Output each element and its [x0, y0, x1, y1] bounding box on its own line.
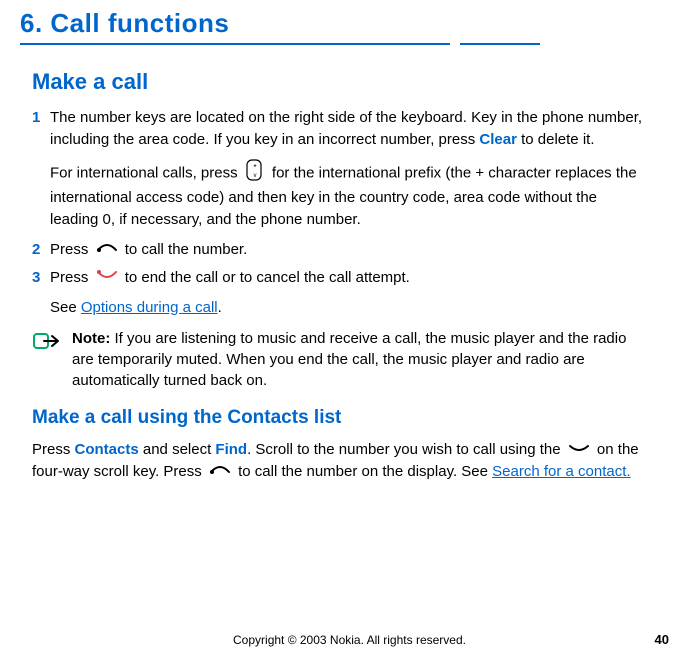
step-3: 3 Press to end the call or to cancel the…: [32, 267, 649, 289]
paragraph-international: For international calls, press * v for t…: [50, 159, 649, 231]
keyword-contacts: Contacts: [75, 441, 139, 458]
note-body: Note: If you are listening to music and …: [72, 328, 649, 391]
step-number: 3: [32, 267, 50, 289]
keyword-clear: Clear: [479, 131, 517, 148]
scroll-down-icon: [568, 439, 590, 461]
link-search-contact[interactable]: Search for a contact.: [492, 463, 630, 480]
note-icon: [32, 328, 72, 391]
text: Press: [50, 269, 93, 286]
asterisk-key-icon: * v: [245, 159, 265, 188]
step-number: 2: [32, 239, 50, 261]
end-call-key-icon: [96, 267, 118, 289]
text: Press: [50, 241, 93, 258]
section-heading-make-a-call: Make a call: [32, 69, 649, 95]
link-options-during-call[interactable]: Options during a call: [81, 299, 218, 316]
text: For international calls, press: [50, 164, 242, 181]
text: to call the number.: [125, 241, 248, 258]
text: to end the call or to cancel the call at…: [125, 269, 410, 286]
text: to delete it.: [517, 131, 595, 148]
step-body: Press to end the call or to cancel the c…: [50, 267, 649, 289]
note-label: Note:: [72, 330, 110, 347]
call-key-icon: [96, 239, 118, 261]
svg-text:*: *: [253, 163, 256, 172]
text: . Scroll to the number you wish to call …: [247, 441, 565, 458]
step-1: 1 The number keys are located on the rig…: [32, 107, 649, 151]
call-key-icon: [209, 461, 231, 483]
keyword-find: Find: [215, 441, 247, 458]
text: .: [218, 299, 222, 316]
step-2: 2 Press to call the number.: [32, 239, 649, 261]
step-body: The number keys are located on the right…: [50, 107, 649, 151]
divider: [20, 43, 649, 45]
paragraph-contacts: Press Contacts and select Find. Scroll t…: [32, 439, 649, 483]
chapter-title: 6. Call functions: [20, 8, 649, 39]
step-body: Press to call the number.: [50, 239, 649, 261]
text: and select: [139, 441, 216, 458]
footer-copyright: Copyright © 2003 Nokia. All rights reser…: [0, 633, 699, 647]
svg-text:v: v: [253, 173, 256, 179]
note-text: If you are listening to music and receiv…: [72, 330, 626, 389]
see-line: See Options during a call.: [50, 297, 649, 319]
section-heading-contacts: Make a call using the Contacts list: [32, 407, 649, 429]
text: Press: [32, 441, 75, 458]
note-block: Note: If you are listening to music and …: [32, 328, 649, 391]
text: See: [50, 299, 81, 316]
text: to call the number on the display. See: [238, 463, 492, 480]
page-number: 40: [655, 632, 669, 647]
step-number: 1: [32, 107, 50, 151]
